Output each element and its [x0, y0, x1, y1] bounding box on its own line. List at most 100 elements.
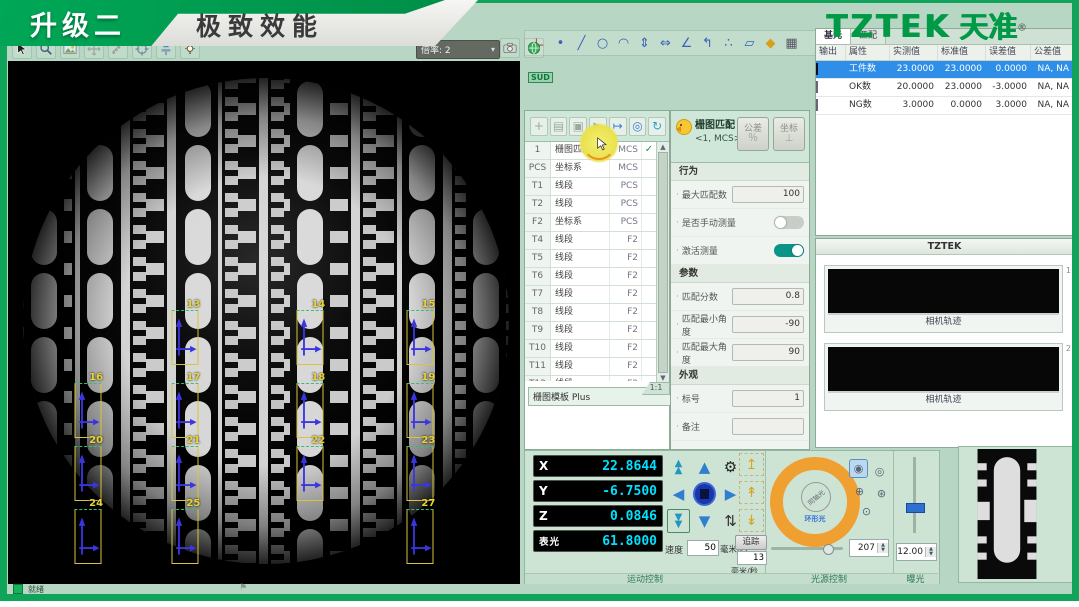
corner-icon[interactable]: ↰	[698, 34, 717, 52]
toggle-是否手动测量[interactable]	[774, 216, 804, 229]
result-row-工件数[interactable]: 工件数23.000023.00000.0000NA, NA	[816, 61, 1073, 79]
jog-up-button[interactable]: ▲	[693, 455, 716, 479]
input-标号[interactable]: 1	[732, 390, 804, 407]
speed-input[interactable]: 50	[687, 540, 719, 556]
match-box-27[interactable]: 27	[407, 509, 434, 564]
open-icon[interactable]: ▤	[550, 117, 568, 136]
plane-icon[interactable]: ▱	[740, 34, 759, 52]
z-down-button[interactable]: ↡	[739, 509, 764, 532]
calculator-icon[interactable]: ▦	[782, 34, 801, 52]
match-box-24[interactable]: 24	[74, 509, 101, 564]
spin-down-icon[interactable]: ▼	[926, 552, 936, 557]
pick-icon[interactable]: ◆	[761, 34, 780, 52]
snapshot-icon[interactable]	[500, 38, 520, 58]
ring-light-indicator[interactable]: 同轴光 环形光	[770, 457, 860, 547]
jog-left-button[interactable]: ◀	[667, 482, 690, 506]
match-box-20[interactable]: 20	[74, 446, 101, 501]
globe-icon[interactable]	[524, 38, 544, 58]
toggle-激活测量[interactable]	[774, 244, 804, 257]
element-row-T11[interactable]: T11线段F2	[525, 358, 656, 376]
light-brightness-slider[interactable]	[771, 547, 843, 550]
jog-down-fast-button[interactable]: ▼▼	[667, 509, 690, 533]
light-value-spinner[interactable]: 207 ▲▼	[849, 539, 889, 557]
input-匹配分数[interactable]: 0.8	[732, 288, 804, 305]
output-checkbox[interactable]	[816, 99, 818, 111]
element-row-T4[interactable]: T4线段F2	[525, 232, 656, 250]
element-row-F2[interactable]: F2坐标系PCS	[525, 214, 656, 232]
match-box-19[interactable]: 19	[407, 383, 434, 438]
match-box-14[interactable]: 14	[297, 310, 324, 365]
z-top-button[interactable]: ↥	[739, 453, 764, 476]
coaxial-light-indicator[interactable]: 同轴光	[801, 482, 831, 512]
match-box-22[interactable]: 22	[297, 446, 324, 501]
scroll-up-icon[interactable]: ▲	[660, 143, 665, 151]
dim-vertical-icon[interactable]: ⇕	[635, 34, 654, 52]
input-匹配最小角度[interactable]: -90	[732, 316, 804, 333]
output-checkbox[interactable]	[816, 81, 818, 93]
input-匹配最大角度[interactable]: 90	[732, 344, 804, 361]
slider-handle[interactable]	[823, 544, 834, 555]
z-up-button[interactable]: ↟	[739, 481, 764, 504]
quad-left-icon[interactable]: ⊕	[851, 483, 868, 500]
exposure-slider-track[interactable]	[913, 457, 916, 533]
element-row-T7[interactable]: T7线段F2	[525, 286, 656, 304]
template-bar[interactable]: 栅图模板 Plus 1:1	[528, 387, 671, 406]
match-box-21[interactable]: 21	[172, 446, 199, 501]
point-icon[interactable]: •	[551, 34, 570, 52]
match-box-15[interactable]: 15	[407, 310, 434, 365]
exposure-value-spinner[interactable]: 12.00 ▲▼	[896, 543, 937, 561]
scroll-down-icon[interactable]: ▼	[660, 374, 665, 382]
outer-ring-icon[interactable]: ◎	[871, 463, 888, 480]
element-row-T9[interactable]: T9线段F2	[525, 322, 656, 340]
input-最大匹配数[interactable]: 100	[732, 186, 804, 203]
camera-view[interactable]: 13 14 15 16 17 18 19 20 21 22 23 24 25 27	[8, 61, 520, 584]
jog-stop-button[interactable]	[693, 482, 716, 506]
coords-button[interactable]: 坐标 ⊥	[773, 117, 805, 151]
target-icon[interactable]: ◎	[629, 117, 647, 136]
element-row-T1[interactable]: T1线段PCS	[525, 178, 656, 196]
output-checkbox[interactable]	[816, 63, 818, 75]
flag-icon[interactable]: ⚑	[239, 583, 247, 593]
trajectory-image	[828, 347, 1059, 393]
circle-icon[interactable]: ○	[593, 34, 612, 52]
element-row-T8[interactable]: T8线段F2	[525, 304, 656, 322]
match-box-18[interactable]: 18	[297, 383, 324, 438]
dim-horizontal-icon[interactable]: ⇔	[656, 34, 675, 52]
jog-down-button[interactable]: ▼	[693, 509, 716, 533]
center-spot-icon[interactable]: ⊙	[858, 503, 875, 520]
program-list-scrollbar[interactable]: ▲ ▼	[656, 142, 669, 383]
match-box-17[interactable]: 17	[172, 383, 199, 438]
element-row-T10[interactable]: T10线段F2	[525, 340, 656, 358]
element-row-T6[interactable]: T6线段F2	[525, 268, 656, 286]
tolerance-button[interactable]: 公差 ％	[737, 117, 769, 151]
line-icon[interactable]: ╱	[572, 34, 591, 52]
new-icon[interactable]: +	[530, 117, 548, 136]
track-button[interactable]: 追踪	[735, 535, 767, 550]
match-box-16[interactable]: 16	[74, 383, 101, 438]
trajectory-item-2[interactable]: 相机轨迹 2	[824, 343, 1063, 411]
element-row-PCS[interactable]: PCS坐标系MCS	[525, 160, 656, 178]
match-box-13[interactable]: 13	[172, 310, 199, 365]
scatter-icon[interactable]: ∴	[719, 34, 738, 52]
match-box-25[interactable]: 25	[172, 509, 199, 564]
param-field: ·匹配最小角度-90	[671, 311, 809, 339]
result-row-OK数[interactable]: OK数20.000023.0000-3.0000NA, NA	[816, 79, 1073, 97]
scroll-thumb[interactable]	[658, 152, 668, 373]
result-row-NG数[interactable]: NG数3.00000.00003.0000NA, NA	[816, 97, 1073, 115]
all-segments-icon[interactable]: ◉	[849, 459, 868, 478]
match-box-23[interactable]: 23	[407, 446, 434, 501]
spin-down-icon[interactable]: ▼	[878, 548, 888, 553]
z-speed-input[interactable]: 13	[737, 551, 767, 565]
quad-right-icon[interactable]: ⊛	[873, 485, 890, 502]
angle-icon[interactable]: ∠	[677, 34, 696, 52]
refresh-icon[interactable]: ↻	[648, 117, 666, 136]
element-row-T12[interactable]: T12线段F2	[525, 376, 656, 381]
input-备注[interactable]	[732, 418, 804, 435]
element-row-T2[interactable]: T2线段PCS	[525, 196, 656, 214]
match-number: 18	[311, 372, 325, 383]
exposure-slider-handle[interactable]	[906, 503, 925, 513]
trajectory-item-1[interactable]: 相机轨迹 1	[824, 265, 1063, 333]
jog-up-fast-button[interactable]: ▲▲	[667, 455, 690, 479]
element-row-T5[interactable]: T5线段F2	[525, 250, 656, 268]
arc-icon[interactable]: ◠	[614, 34, 633, 52]
